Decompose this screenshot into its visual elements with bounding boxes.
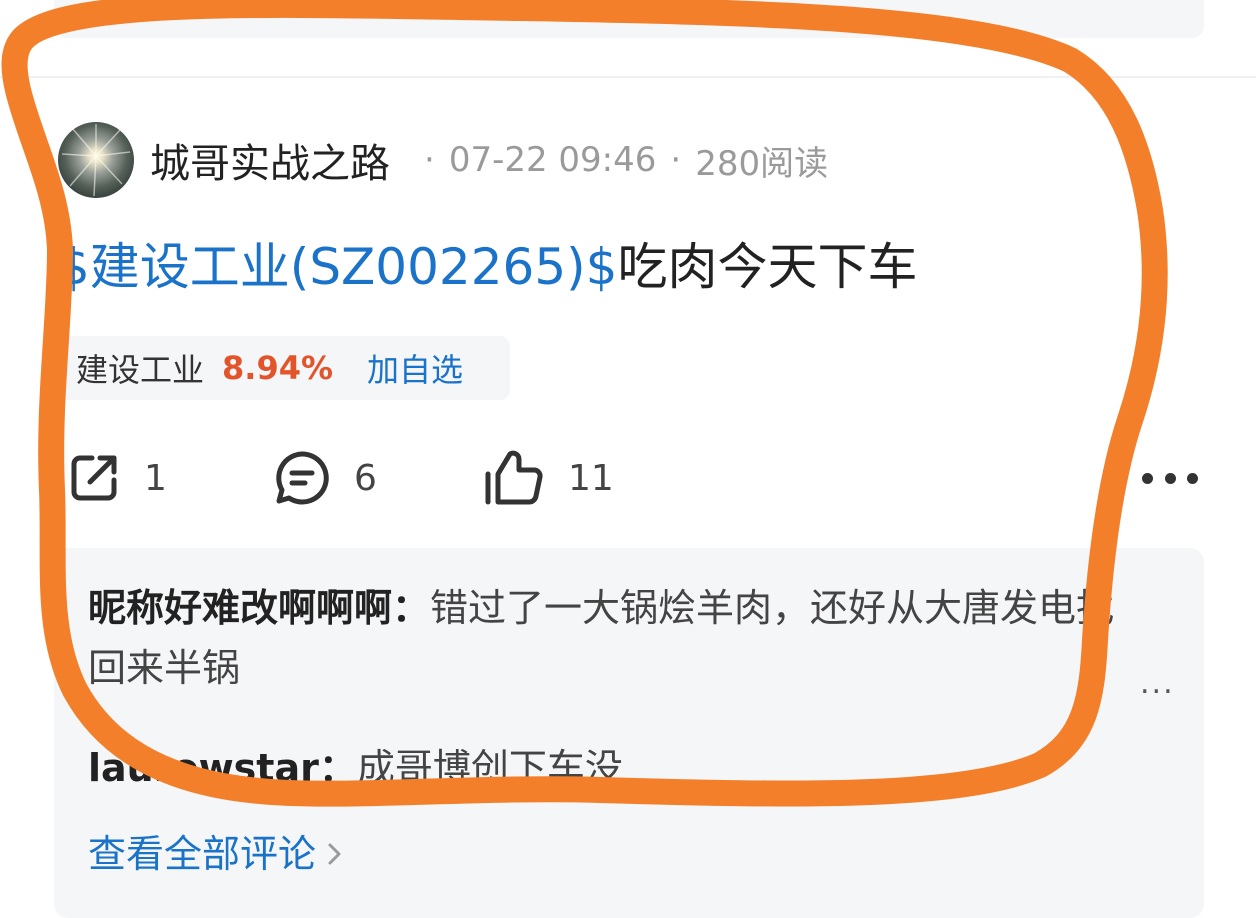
post-text: 吃肉今天下车 — [617, 238, 918, 296]
post-date: 07-22 09:46 — [448, 140, 657, 180]
divider — [0, 76, 1256, 78]
more-dot — [1142, 472, 1153, 484]
comment-preview-box: 昵称好难改啊啊啊：错过了一大锅烩羊肉，还好从大唐发电找回来半锅 ... laur… — [54, 548, 1204, 918]
meta-separator: · — [424, 140, 435, 180]
post-title[interactable]: $建设工业(SZ002265)$吃肉今天下车 — [58, 232, 918, 302]
like-button[interactable]: 11 — [482, 446, 614, 510]
author-name[interactable]: 城哥实战之路 — [150, 131, 390, 189]
comment-user[interactable]: 昵称好难改啊啊啊： — [88, 586, 430, 630]
read-count: 280阅读 — [695, 143, 829, 184]
add-watchlist-button[interactable]: 加自选 — [367, 345, 463, 391]
stock-chip[interactable]: 建设工业 8.94% 加自选 — [58, 336, 510, 400]
chevron-right-icon — [328, 843, 341, 865]
previous-post-card — [54, 0, 1204, 38]
post-meta: · 07-22 09:46 · 280阅读 — [410, 136, 828, 185]
post-header: 城哥实战之路 · 07-22 09:46 · 280阅读 — [58, 122, 828, 198]
share-icon — [71, 455, 117, 501]
share-count: 1 — [144, 457, 167, 499]
view-all-comments-link[interactable]: 查看全部评论 — [88, 824, 344, 884]
view-all-label: 查看全部评论 — [88, 832, 317, 876]
avatar[interactable] — [58, 122, 134, 198]
more-dot — [1187, 472, 1198, 484]
comment-ellipsis: ... — [1140, 666, 1175, 701]
comment-button[interactable]: 6 — [272, 446, 377, 510]
meta-separator: · — [670, 140, 682, 180]
like-count: 11 — [568, 457, 614, 499]
comment-count: 6 — [354, 457, 377, 499]
more-icon[interactable] — [1142, 466, 1198, 490]
more-dot — [1164, 472, 1176, 484]
comment-item[interactable]: 昵称好难改啊啊啊：错过了一大锅烩羊肉，还好从大唐发电找回来半锅 — [88, 578, 1148, 698]
share-button[interactable]: 1 — [66, 446, 167, 510]
stock-change: 8.94% — [222, 349, 334, 387]
comment-text: 成哥博创下车没 — [356, 746, 623, 790]
comment-icon — [276, 451, 329, 505]
thumbs-up-icon — [485, 450, 543, 505]
stock-tag-link[interactable]: $建设工业(SZ002265)$ — [58, 238, 618, 296]
comment-user[interactable]: laurowstar： — [88, 746, 357, 790]
stock-name: 建设工业 — [76, 351, 205, 389]
comment-item[interactable]: laurowstar：成哥博创下车没 — [88, 738, 623, 798]
